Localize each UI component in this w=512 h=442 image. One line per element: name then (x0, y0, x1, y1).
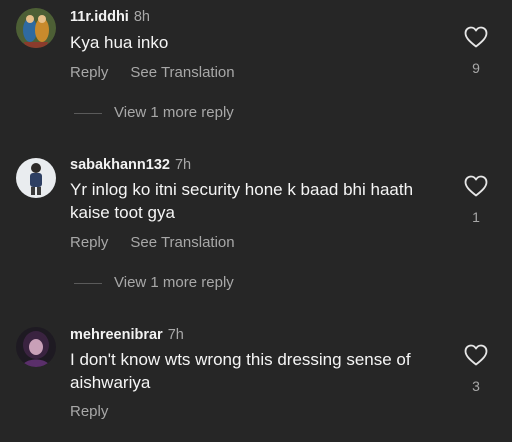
reply-divider (74, 282, 102, 284)
like-count: 3 (472, 378, 480, 394)
avatar[interactable] (16, 8, 56, 48)
reply-button[interactable]: Reply (70, 403, 108, 420)
comment-text: Yr inlog ko itni security hone k baad bh… (70, 180, 414, 222)
like-control: 3 (462, 344, 490, 394)
view-replies-label: View 1 more reply (114, 274, 234, 291)
username[interactable]: sabakhann132 (70, 157, 170, 173)
view-replies-button[interactable]: View 1 more reply (70, 104, 234, 122)
username[interactable]: mehreenibrar (70, 327, 163, 343)
comment-text: Kya hua inko (70, 33, 169, 52)
timestamp: 7h (167, 327, 184, 343)
heart-icon[interactable] (464, 175, 488, 197)
avatar[interactable] (16, 327, 56, 367)
reply-divider (74, 112, 102, 114)
reply-button[interactable]: Reply (70, 234, 108, 251)
like-count: 9 (472, 60, 480, 76)
see-translation-button[interactable]: See Translation (130, 234, 234, 251)
reply-button[interactable]: Reply (70, 64, 108, 81)
avatar[interactable] (16, 158, 56, 198)
view-replies-label: View 1 more reply (114, 104, 234, 121)
comment-actions: Reply See Translation (70, 234, 235, 252)
comment-item: mehreenibrar 7h I don't know wts wrong th… (0, 320, 512, 442)
like-count: 1 (472, 209, 480, 225)
timestamp: 7h (174, 157, 192, 173)
heart-icon[interactable] (464, 344, 488, 366)
comment-header: mehreenibrar 7h (70, 326, 184, 344)
heart-icon[interactable] (464, 26, 488, 48)
like-control: 1 (462, 175, 490, 225)
timestamp: 8h (133, 9, 150, 25)
username[interactable]: 11r.iddhi (70, 9, 129, 25)
view-replies-button[interactable]: View 1 more reply (70, 274, 234, 292)
comment-header: 11r.iddhi 8h (70, 8, 150, 26)
comment-text: I don't know wts wrong this dressing sen… (70, 350, 411, 392)
comment-actions: Reply (70, 403, 108, 421)
see-translation-button[interactable]: See Translation (130, 64, 234, 81)
like-control: 9 (462, 26, 490, 76)
comment-header: sabakhann132 7h (70, 156, 191, 174)
comment-actions: Reply See Translation (70, 64, 235, 82)
comment-item: 11r.iddhi 8h Kya hua inko Reply See Transl… (0, 0, 512, 130)
comment-item: sabakhann132 7h Yr inlog ko itni security… (0, 150, 512, 300)
